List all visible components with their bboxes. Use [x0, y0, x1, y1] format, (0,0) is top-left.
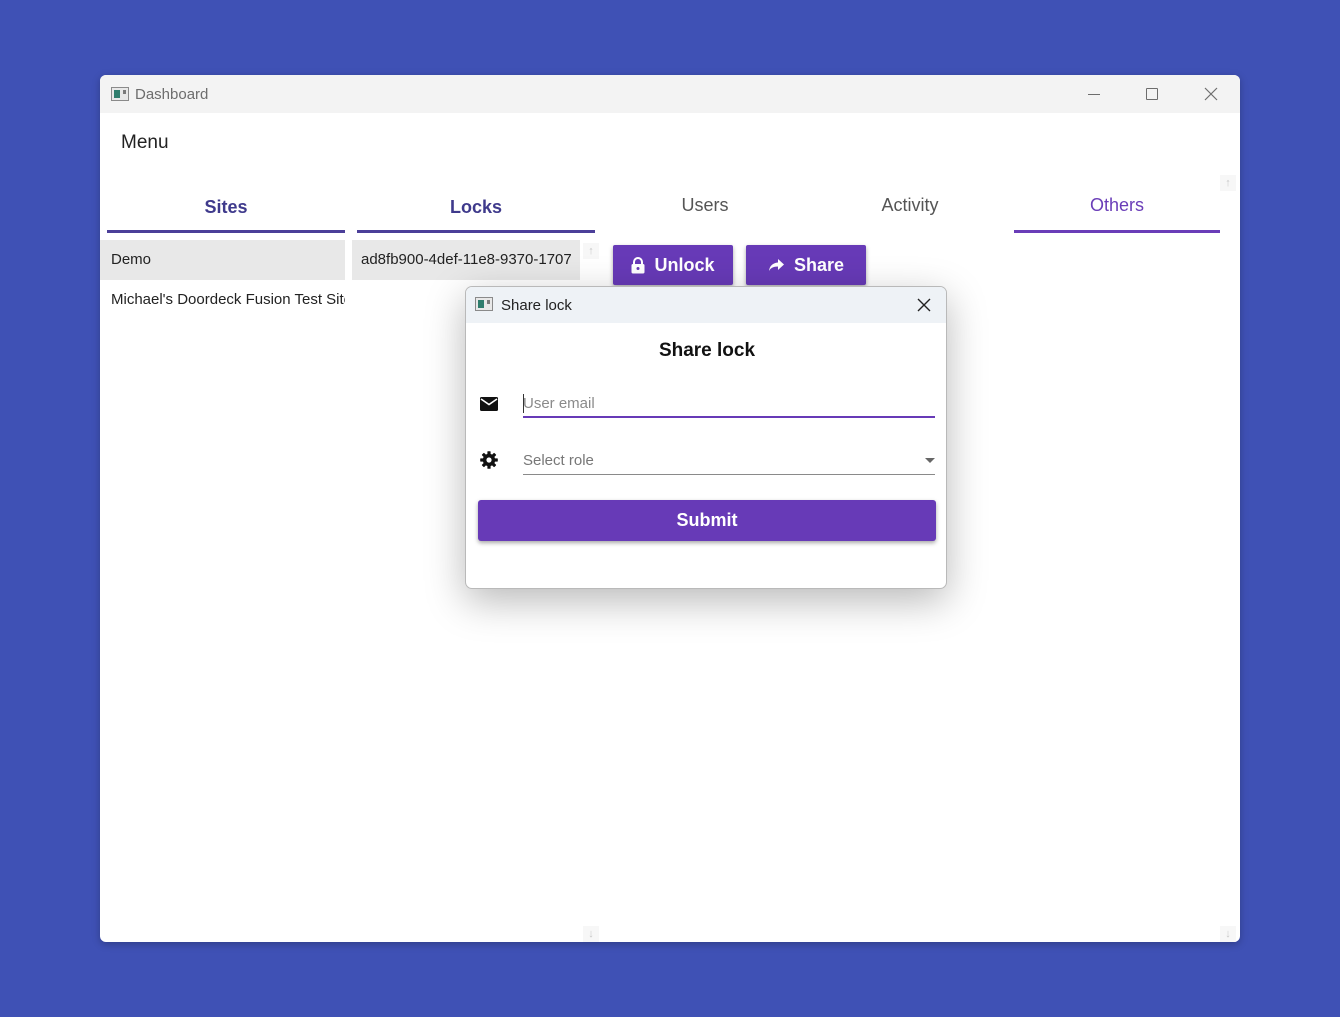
tab-label: Users [681, 195, 729, 215]
maximize-icon [1146, 88, 1158, 100]
role-select[interactable]: Select role [523, 449, 935, 475]
dialog-titlebar[interactable]: Share lock [466, 287, 946, 323]
tab-label: Others [1089, 195, 1145, 215]
gear-icon [480, 451, 498, 469]
tab-label: Sites [204, 197, 248, 217]
share-label: Share [793, 254, 845, 275]
minimize-icon [1088, 93, 1100, 95]
email-icon [480, 397, 498, 411]
scroll-down-arrow-icon[interactable]: ↓ [583, 926, 599, 942]
tab-indicator [357, 230, 595, 233]
dialog-close-button[interactable] [912, 293, 936, 317]
user-email-input[interactable] [523, 391, 935, 418]
tab-indicator [1014, 230, 1220, 233]
tab-sites[interactable]: Sites [107, 178, 345, 233]
maximize-button[interactable] [1123, 75, 1181, 113]
minimize-button[interactable] [1065, 75, 1123, 113]
tab-activity[interactable]: Activity [810, 178, 1010, 233]
sites-list: Demo Michael's Doordeck Fusion Test Site [100, 240, 345, 320]
close-button[interactable] [1182, 75, 1240, 113]
locks-list: ad8fb900-4def-11e8-9370-1707 [352, 240, 580, 280]
app-window-icon [475, 297, 493, 311]
close-icon [1204, 87, 1218, 101]
role-select-value: Select role [523, 452, 594, 469]
unlock-label: Unlock [654, 254, 715, 275]
scroll-down-arrow-icon[interactable]: ↓ [1220, 926, 1236, 942]
share-lock-dialog: Share lock Share lock Select role Submit [465, 286, 947, 589]
dropdown-arrow-icon [925, 458, 935, 463]
lock-icon [631, 256, 645, 273]
list-item[interactable]: Michael's Doordeck Fusion Test Site [100, 280, 345, 320]
scroll-up-arrow-icon[interactable]: ↑ [583, 243, 599, 259]
list-item[interactable]: ad8fb900-4def-11e8-9370-1707 [352, 240, 580, 280]
tab-label: Activity [881, 195, 939, 215]
window-title: Dashboard [135, 86, 209, 103]
share-button[interactable]: Share [746, 245, 866, 285]
window-titlebar[interactable]: Dashboard [100, 75, 1240, 113]
dialog-window-title: Share lock [501, 297, 572, 314]
dialog-heading: Share lock [658, 340, 756, 361]
tab-users[interactable]: Users [605, 178, 805, 233]
scroll-up-arrow-icon[interactable]: ↑ [1220, 175, 1236, 191]
tab-label: Locks [449, 197, 503, 217]
submit-button[interactable]: Submit [478, 500, 936, 541]
app-window-icon [111, 87, 129, 101]
tab-indicator [107, 230, 345, 233]
menu-button[interactable]: Menu [121, 132, 169, 154]
unlock-button[interactable]: Unlock [613, 245, 733, 285]
tab-locks[interactable]: Locks [357, 178, 595, 233]
list-item[interactable]: Demo [100, 240, 345, 280]
tab-others[interactable]: Others [1014, 178, 1220, 233]
close-icon [917, 298, 931, 312]
text-cursor [523, 394, 524, 413]
share-arrow-icon [768, 259, 784, 271]
